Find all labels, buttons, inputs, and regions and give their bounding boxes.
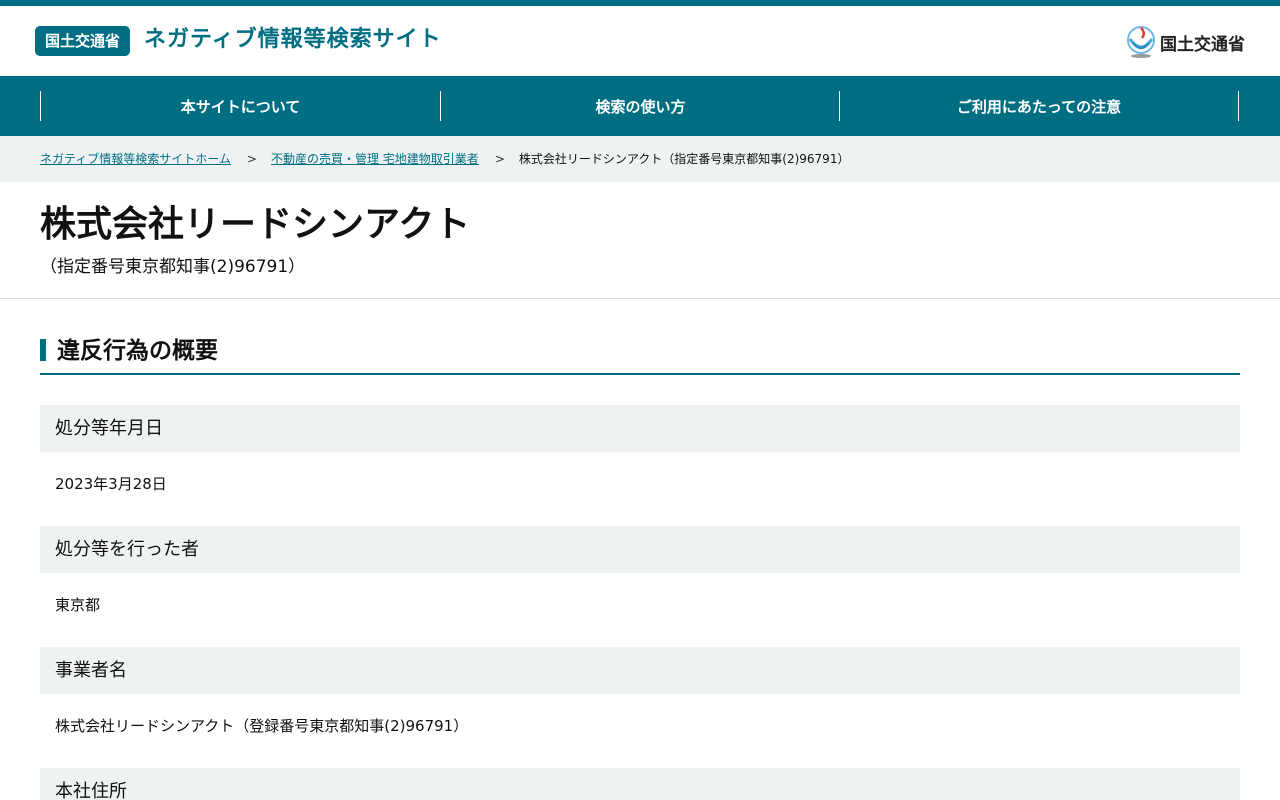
nav-how-to-search[interactable]: 検索の使い方 <box>440 91 840 121</box>
ministry-name: 国土交通省 <box>1160 34 1245 55</box>
nav-usage-notes[interactable]: ご利用にあたっての注意 <box>839 91 1239 121</box>
breadcrumb-separator: > <box>494 152 505 166</box>
page-title: 株式会社リードシンアクト <box>40 204 471 245</box>
section-heading: 違反行為の概要 <box>40 335 1240 375</box>
detail-value-business-name: 株式会社リードシンアクト（登録番号東京都知事(2)96791） <box>55 717 469 735</box>
detail-label-disposition-date: 処分等年月日 <box>40 405 1240 452</box>
ministry-emblem-icon <box>1127 26 1155 58</box>
page-subtitle: （指定番号東京都知事(2)96791） <box>40 257 306 277</box>
site-title[interactable]: ネガティブ情報等検索サイト <box>144 25 442 55</box>
detail-label-disposing-authority: 処分等を行った者 <box>40 526 1240 573</box>
site-header: 国土交通省 ネガティブ情報等検索サイト 国土交通省 <box>0 6 1280 76</box>
section-accent-bar <box>40 339 46 361</box>
ministry-badge[interactable]: 国土交通省 <box>35 26 131 56</box>
detail-value-disposition-date: 2023年3月28日 <box>55 475 167 493</box>
detail-label-head-office-address: 本社住所 <box>40 768 1240 800</box>
detail-value-disposing-authority: 東京都 <box>55 596 101 614</box>
breadcrumb-current: 株式会社リードシンアクト（指定番号東京都知事(2)96791） <box>518 152 850 166</box>
global-nav: 本サイトについて 検索の使い方 ご利用にあたっての注意 <box>0 76 1280 136</box>
section-title: 違反行為の概要 <box>57 338 218 364</box>
breadcrumb-home-link[interactable]: ネガティブ情報等検索サイトホーム <box>40 151 231 167</box>
page-title-area: 株式会社リードシンアクト （指定番号東京都知事(2)96791） <box>0 182 1280 299</box>
nav-about-site[interactable]: 本サイトについて <box>40 91 440 121</box>
breadcrumb: ネガティブ情報等検索サイトホーム > 不動産の売買・管理 宅地建物取引業者 > … <box>40 151 849 167</box>
detail-label-business-name: 事業者名 <box>40 647 1240 694</box>
ministry-logo[interactable]: 国土交通省 <box>1126 25 1245 59</box>
breadcrumb-bar: ネガティブ情報等検索サイトホーム > 不動産の売買・管理 宅地建物取引業者 > … <box>0 136 1280 182</box>
breadcrumb-category-link[interactable]: 不動産の売買・管理 宅地建物取引業者 <box>271 151 479 167</box>
breadcrumb-separator: > <box>246 152 257 166</box>
